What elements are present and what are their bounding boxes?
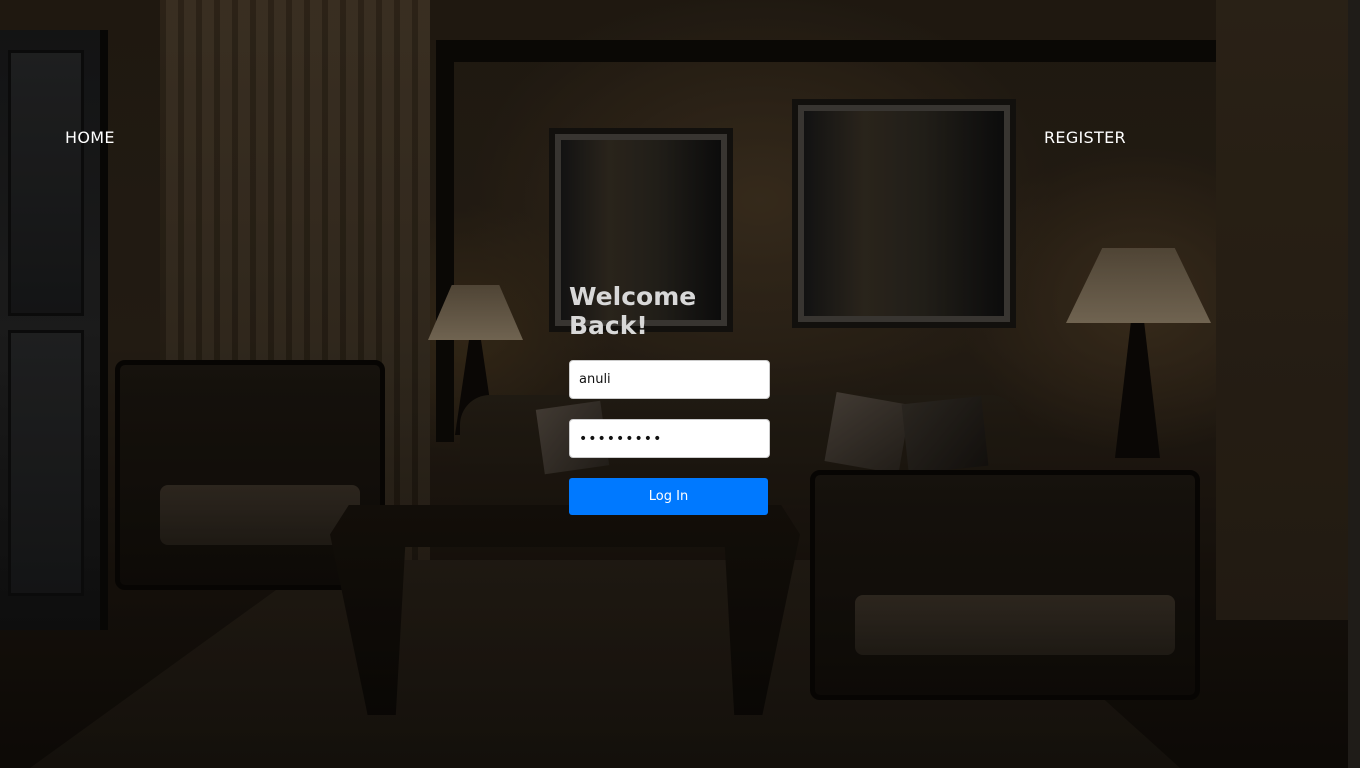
nav-home-link[interactable]: HOME	[65, 128, 115, 147]
login-button[interactable]: Log In	[569, 478, 768, 515]
login-form: Welcome Back! Log In	[569, 282, 770, 515]
password-input[interactable]	[569, 419, 770, 458]
nav-register-link[interactable]: REGISTER	[1044, 128, 1126, 147]
vertical-scrollbar[interactable]	[1348, 0, 1360, 768]
login-heading: Welcome Back!	[569, 282, 697, 340]
username-input[interactable]	[569, 360, 770, 399]
